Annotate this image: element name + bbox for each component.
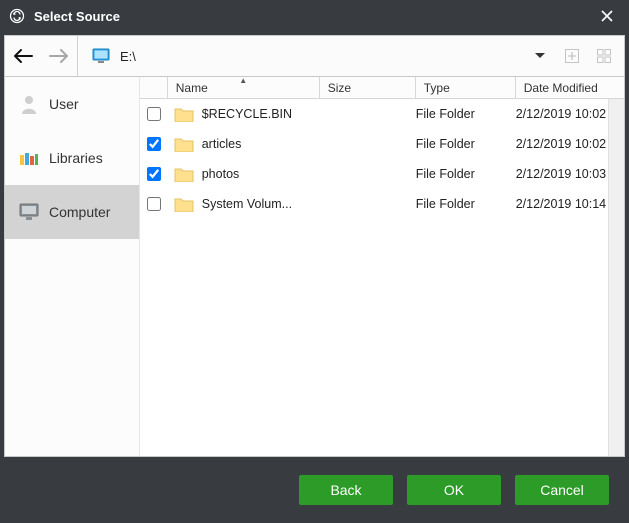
column-date-modified[interactable]: Date Modified — [516, 77, 624, 98]
computer-icon — [19, 202, 39, 222]
file-row[interactable]: photosFile Folder2/12/2019 10:03 ... — [140, 159, 624, 189]
sort-ascending-icon: ▲ — [239, 77, 247, 85]
libraries-icon — [19, 148, 39, 168]
close-icon — [600, 9, 614, 23]
sidebar-item-user[interactable]: User — [5, 77, 139, 131]
nav-forward-button[interactable] — [41, 36, 77, 76]
file-rows: $RECYCLE.BINFile Folder2/12/2019 10:02 .… — [140, 99, 624, 456]
current-path: E:\ — [120, 49, 136, 64]
column-header-row: Name ▲ Size Type Date Modified — [140, 77, 624, 99]
sidebar-item-label: Computer — [49, 204, 110, 220]
plus-box-icon — [564, 48, 580, 64]
back-button[interactable]: Back — [299, 475, 393, 505]
sidebar-item-libraries[interactable]: Libraries — [5, 131, 139, 185]
file-type: File Folder — [416, 167, 516, 181]
folder-icon — [168, 166, 200, 182]
column-name[interactable]: Name ▲ — [168, 77, 320, 98]
title-bar: Select Source — [0, 0, 629, 32]
window-title: Select Source — [34, 9, 593, 24]
new-folder-button[interactable] — [558, 42, 586, 70]
file-name: System Volum... — [200, 197, 320, 211]
sidebar-item-label: User — [49, 96, 79, 112]
app-logo-icon — [8, 7, 26, 25]
select-source-dialog: Select Source E:\ — [0, 0, 629, 523]
dialog-footer: Back OK Cancel — [0, 457, 629, 523]
file-row[interactable]: System Volum...File Folder2/12/2019 10:1… — [140, 189, 624, 219]
column-name-label: Name — [176, 81, 208, 95]
file-row[interactable]: articlesFile Folder2/12/2019 10:02 ... — [140, 129, 624, 159]
main-panel: User Libraries Computer Name ▲ — [4, 77, 625, 457]
file-list-pane: Name ▲ Size Type Date Modified $RECYCLE.… — [140, 77, 624, 456]
file-type: File Folder — [416, 137, 516, 151]
grid-view-icon — [596, 48, 612, 64]
navigation-toolbar: E:\ — [4, 35, 625, 77]
path-bar[interactable]: E:\ — [78, 48, 526, 64]
column-size-label: Size — [328, 81, 351, 95]
file-name: $RECYCLE.BIN — [200, 107, 320, 121]
cancel-button[interactable]: Cancel — [515, 475, 609, 505]
arrow-left-icon — [12, 48, 34, 64]
file-type: File Folder — [416, 197, 516, 211]
close-button[interactable] — [593, 2, 621, 30]
file-type: File Folder — [416, 107, 516, 121]
vertical-scrollbar[interactable] — [608, 99, 624, 456]
view-mode-button[interactable] — [590, 42, 618, 70]
folder-icon — [168, 196, 200, 212]
chevron-down-icon — [534, 52, 546, 60]
row-checkbox[interactable] — [147, 137, 161, 151]
sidebar-item-computer[interactable]: Computer — [5, 185, 139, 239]
user-icon — [19, 94, 39, 114]
row-checkbox[interactable] — [147, 167, 161, 181]
arrow-right-icon — [48, 48, 70, 64]
row-checkbox[interactable] — [147, 107, 161, 121]
row-checkbox[interactable] — [147, 197, 161, 211]
column-checkbox — [140, 77, 168, 98]
toolbar-right-group — [526, 42, 624, 70]
sidebar-item-label: Libraries — [49, 150, 103, 166]
file-row[interactable]: $RECYCLE.BINFile Folder2/12/2019 10:02 .… — [140, 99, 624, 129]
monitor-icon — [92, 48, 110, 64]
file-name: photos — [200, 167, 320, 181]
file-name: articles — [200, 137, 320, 151]
nav-back-button[interactable] — [5, 36, 41, 76]
column-type-label: Type — [424, 81, 450, 95]
column-type[interactable]: Type — [416, 77, 516, 98]
sidebar: User Libraries Computer — [5, 77, 140, 456]
path-dropdown-button[interactable] — [526, 42, 554, 70]
folder-icon — [168, 106, 200, 122]
column-date-label: Date Modified — [524, 81, 598, 95]
ok-button[interactable]: OK — [407, 475, 501, 505]
column-size[interactable]: Size — [320, 77, 416, 98]
folder-icon — [168, 136, 200, 152]
